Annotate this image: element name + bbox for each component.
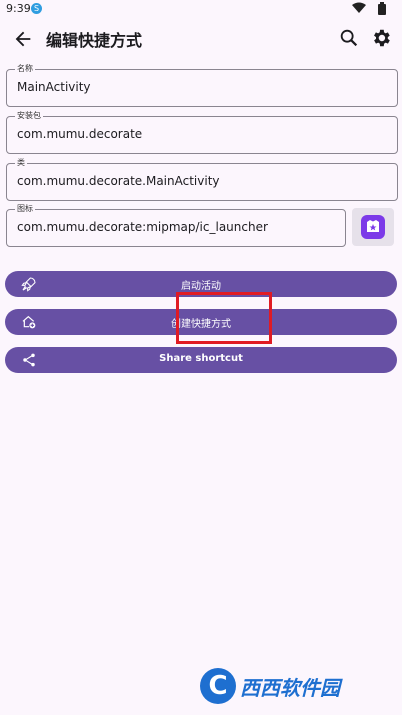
page-title: 编辑快捷方式 [46,31,143,50]
share-shortcut-button[interactable]: Share shortcut [5,347,397,373]
name-field-label: 名称 [15,64,35,74]
app-launcher-icon [361,215,385,239]
battery-icon [378,2,386,15]
class-field[interactable]: 类 com.mumu.decorate.MainActivity [6,158,398,201]
launch-activity-label: 启动活动 [181,281,221,292]
wifi-icon [352,2,366,13]
icon-field[interactable]: 图标 com.mumu.decorate:mipmap/ic_launcher [6,204,346,247]
name-field-value: MainActivity [17,80,91,94]
name-field[interactable]: 名称 MainActivity [6,64,398,107]
gear-icon[interactable] [370,27,392,49]
watermark-logo: C 西西软件园 [200,666,390,706]
package-field[interactable]: 安装包 com.mumu.decorate [6,111,398,154]
class-field-value: com.mumu.decorate.MainActivity [17,174,220,188]
icon-field-label: 图标 [15,204,35,214]
app-icon-preview[interactable] [352,208,394,246]
back-arrow-icon[interactable] [12,28,34,50]
share-shortcut-label: Share shortcut [159,353,243,364]
notification-icon: S [31,3,42,14]
package-field-label: 安装包 [15,111,43,121]
status-time: 9:39 [6,2,31,15]
package-field-value: com.mumu.decorate [17,127,143,141]
app-bar: 编辑快捷方式 [0,18,402,60]
watermark-logo-icon: C [200,668,236,704]
icon-field-value: com.mumu.decorate:mipmap/ic_launcher [17,220,268,234]
watermark-text: 西西软件园 [240,676,340,700]
status-bar: 9:39 S [0,0,402,18]
search-icon[interactable] [338,27,360,49]
highlight-box [176,292,272,344]
class-field-label: 类 [15,158,27,168]
